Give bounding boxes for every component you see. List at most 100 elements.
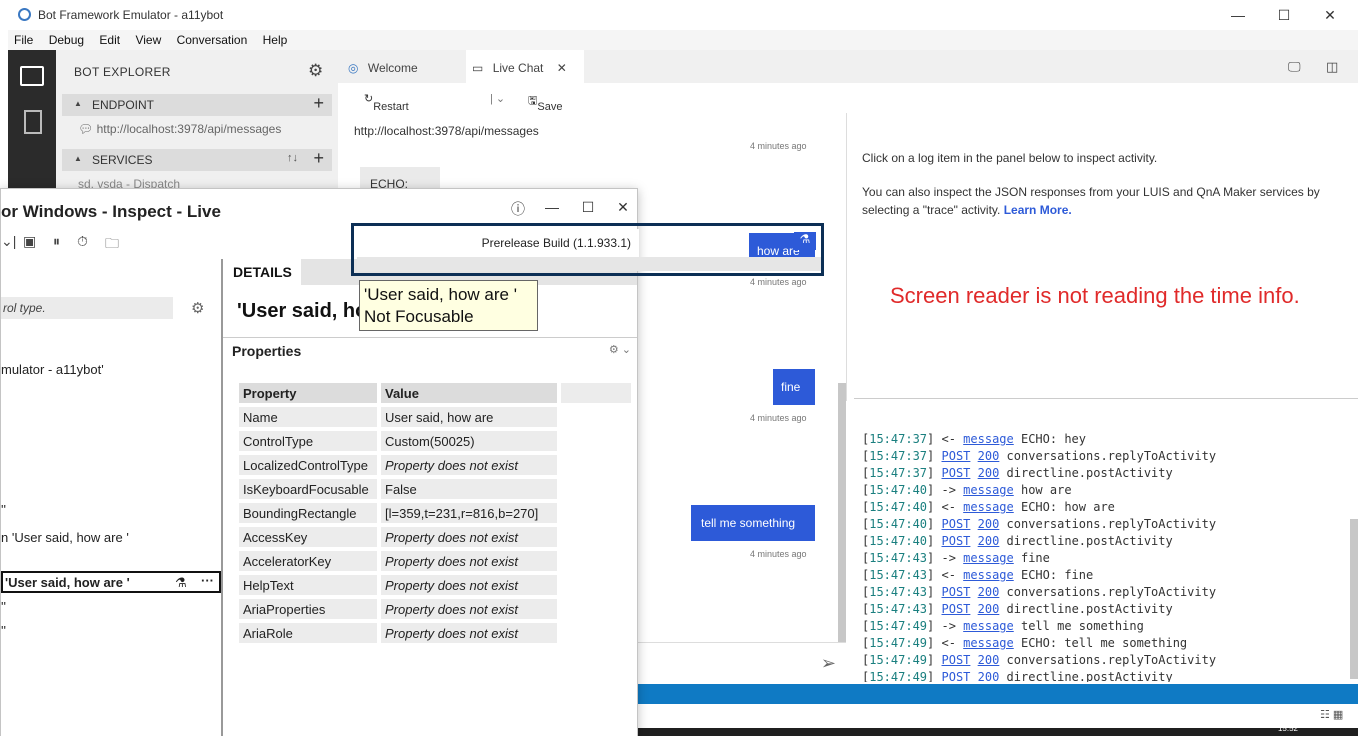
close-button[interactable]: ✕ — [611, 199, 635, 216]
maximize-button[interactable]: ☐ — [576, 199, 600, 216]
property-row[interactable]: AriaProperties Property does not exist — [239, 599, 631, 619]
sort-icon[interactable]: ↑↓ — [287, 152, 298, 164]
property-row[interactable]: LocalizedControlType Property does not ex… — [239, 455, 631, 475]
log-text: conversations.replyToActivity — [999, 449, 1217, 463]
bot-explorer-chat-icon[interactable] — [20, 66, 44, 86]
add-endpoint-button[interactable]: + — [313, 93, 324, 114]
timestamp: 4 minutes ago — [750, 277, 807, 287]
split-view-icon[interactable]: ◫ — [1326, 59, 1338, 75]
log-activity-link[interactable]: message — [963, 500, 1014, 514]
close-tab-icon[interactable]: ✕ — [557, 61, 567, 75]
services-section[interactable]: ▲ SERVICES ↑↓ + — [62, 148, 332, 171]
settings-chevron-icon[interactable]: ⚙ ⌄ — [609, 343, 631, 356]
search-input[interactable]: rol type. — [1, 297, 173, 319]
log-status-link[interactable]: 200 — [978, 670, 1000, 682]
save-transcript-button[interactable]: 🖫︎ Save transcript — [528, 92, 583, 125]
close-button[interactable]: ✕ — [1315, 4, 1345, 26]
log-status-link[interactable]: 200 — [978, 653, 1000, 667]
log-activity-link[interactable]: POST — [942, 466, 971, 480]
selected-tree-node-label: 'User said, how are ' — [5, 575, 130, 590]
log-activity-link[interactable]: POST — [942, 585, 971, 599]
log-status-link[interactable]: 200 — [978, 517, 1000, 531]
property-row[interactable]: AcceleratorKey Property does not exist — [239, 551, 631, 571]
endpoint-url-item[interactable]: 💬︎ http://localhost:3978/api/messages — [78, 122, 281, 136]
log-activity-link[interactable]: message — [963, 483, 1014, 497]
restart-options-chevron-icon[interactable]: | ⌄ — [490, 92, 505, 105]
minimize-button[interactable]: — — [1223, 4, 1253, 26]
log-activity-link[interactable]: POST — [942, 517, 971, 531]
log-status-link[interactable]: 200 — [978, 449, 1000, 463]
property-name: IsKeyboardFocusable — [239, 479, 377, 499]
menu-conversation[interactable]: Conversation — [171, 30, 254, 50]
more-options-icon[interactable]: ··· — [201, 573, 214, 588]
screenshot-icon[interactable]: ▣ — [23, 233, 36, 250]
minimize-button[interactable]: — — [540, 199, 564, 215]
restart-conversation-button[interactable]: ↻ Restart conversation — [364, 92, 436, 125]
log-activity-link[interactable]: message — [963, 551, 1014, 565]
log-status-link[interactable]: 200 — [978, 466, 1000, 480]
menu-edit[interactable]: Edit — [93, 30, 126, 50]
log-activity-link[interactable]: message — [963, 636, 1014, 650]
tab-details[interactable]: DETAILS — [223, 259, 301, 285]
menu-debug[interactable]: Debug — [43, 30, 90, 50]
gear-icon[interactable]: ⚙ — [308, 61, 323, 81]
property-row[interactable]: AriaRole Property does not exist — [239, 623, 631, 643]
add-service-button[interactable]: + — [313, 148, 324, 169]
open-folder-icon[interactable]: 🗀︎ — [105, 233, 119, 257]
learn-more-link[interactable]: Learn More. — [1004, 203, 1072, 217]
timer-icon[interactable]: ⏱︎ — [77, 233, 88, 250]
log-activity-link[interactable]: POST — [942, 602, 971, 616]
property-row[interactable]: Name User said, how are — [239, 407, 631, 427]
log-activity-link[interactable]: message — [963, 619, 1014, 633]
send-icon[interactable]: ➢ — [821, 653, 836, 674]
tree-node[interactable]: '' — [1, 502, 6, 517]
menu-file[interactable]: File — [8, 30, 39, 50]
menu-view[interactable]: View — [129, 30, 167, 50]
log-text: fine — [1013, 551, 1050, 565]
collapse-triangle-icon[interactable]: ▲ — [74, 154, 82, 163]
maximize-button[interactable]: ☐ — [1269, 4, 1299, 26]
log-activity-link[interactable]: POST — [942, 653, 971, 667]
endpoint-section[interactable]: ▲ ENDPOINT + — [62, 93, 332, 116]
view-toggle-icons[interactable]: ☷ ▦ — [1320, 708, 1343, 721]
property-name: AccessKey — [239, 527, 377, 547]
log-status-link[interactable]: 200 — [978, 585, 1000, 599]
tab-live-chat[interactable]: ▭ Live Chat ✕ — [466, 50, 584, 83]
log-scrollbar[interactable] — [1350, 519, 1358, 679]
log-activity-link[interactable]: POST — [942, 449, 971, 463]
tree-node[interactable]: mulator - a11ybot' — [1, 362, 104, 377]
properties-header[interactable]: Properties ⚙ ⌄ — [223, 337, 637, 365]
log-activity-link[interactable]: message — [963, 568, 1014, 582]
emulator-logo-icon: ◎ — [348, 61, 359, 75]
log-status-link[interactable]: 200 — [978, 534, 1000, 548]
resources-document-icon[interactable] — [24, 110, 42, 134]
user-message[interactable]: tell me something — [691, 505, 815, 541]
tree-node[interactable]: n 'User said, how are ' — [1, 530, 129, 545]
property-row[interactable]: AccessKey Property does not exist — [239, 527, 631, 547]
tree-node[interactable]: '' — [1, 599, 6, 614]
gear-icon[interactable]: ⚙ — [191, 299, 204, 317]
log-activity-link[interactable]: message — [963, 432, 1014, 446]
help-button[interactable]: ⓘ — [506, 199, 530, 219]
pause-icon[interactable]: ⏸︎ — [53, 233, 60, 250]
send-box[interactable]: ➢ — [638, 642, 846, 684]
taskbar-clock: 15:52 — [1277, 724, 1298, 733]
emulator-presentation-icon[interactable]: 🖵︎ — [1288, 59, 1301, 75]
log-activity-link[interactable]: POST — [942, 534, 971, 548]
collapse-triangle-icon[interactable]: ▲ — [74, 99, 82, 108]
selected-tree-node[interactable]: 'User said, how are ' ⚗ ··· — [1, 571, 221, 593]
user-message[interactable]: fine — [773, 369, 815, 405]
dropdown-chevron-icon[interactable]: ⌄| — [1, 233, 16, 250]
property-row[interactable]: BoundingRectangle [l=359,t=231,r=816,b=27… — [239, 503, 631, 523]
log-status-link[interactable]: 200 — [978, 602, 1000, 616]
chat-scrollbar[interactable] — [838, 383, 846, 643]
property-row[interactable]: IsKeyboardFocusable False — [239, 479, 631, 499]
log-activity-link[interactable]: POST — [942, 670, 971, 682]
property-column-header[interactable]: Property — [239, 383, 377, 403]
property-row[interactable]: HelpText Property does not exist — [239, 575, 631, 595]
tab-welcome[interactable]: ◎ Welcome — [348, 50, 458, 83]
value-column-header[interactable]: Value — [381, 383, 557, 403]
menu-help[interactable]: Help — [257, 30, 294, 50]
tree-node[interactable]: '' — [1, 623, 6, 638]
property-row[interactable]: ControlType Custom(50025) — [239, 431, 631, 451]
